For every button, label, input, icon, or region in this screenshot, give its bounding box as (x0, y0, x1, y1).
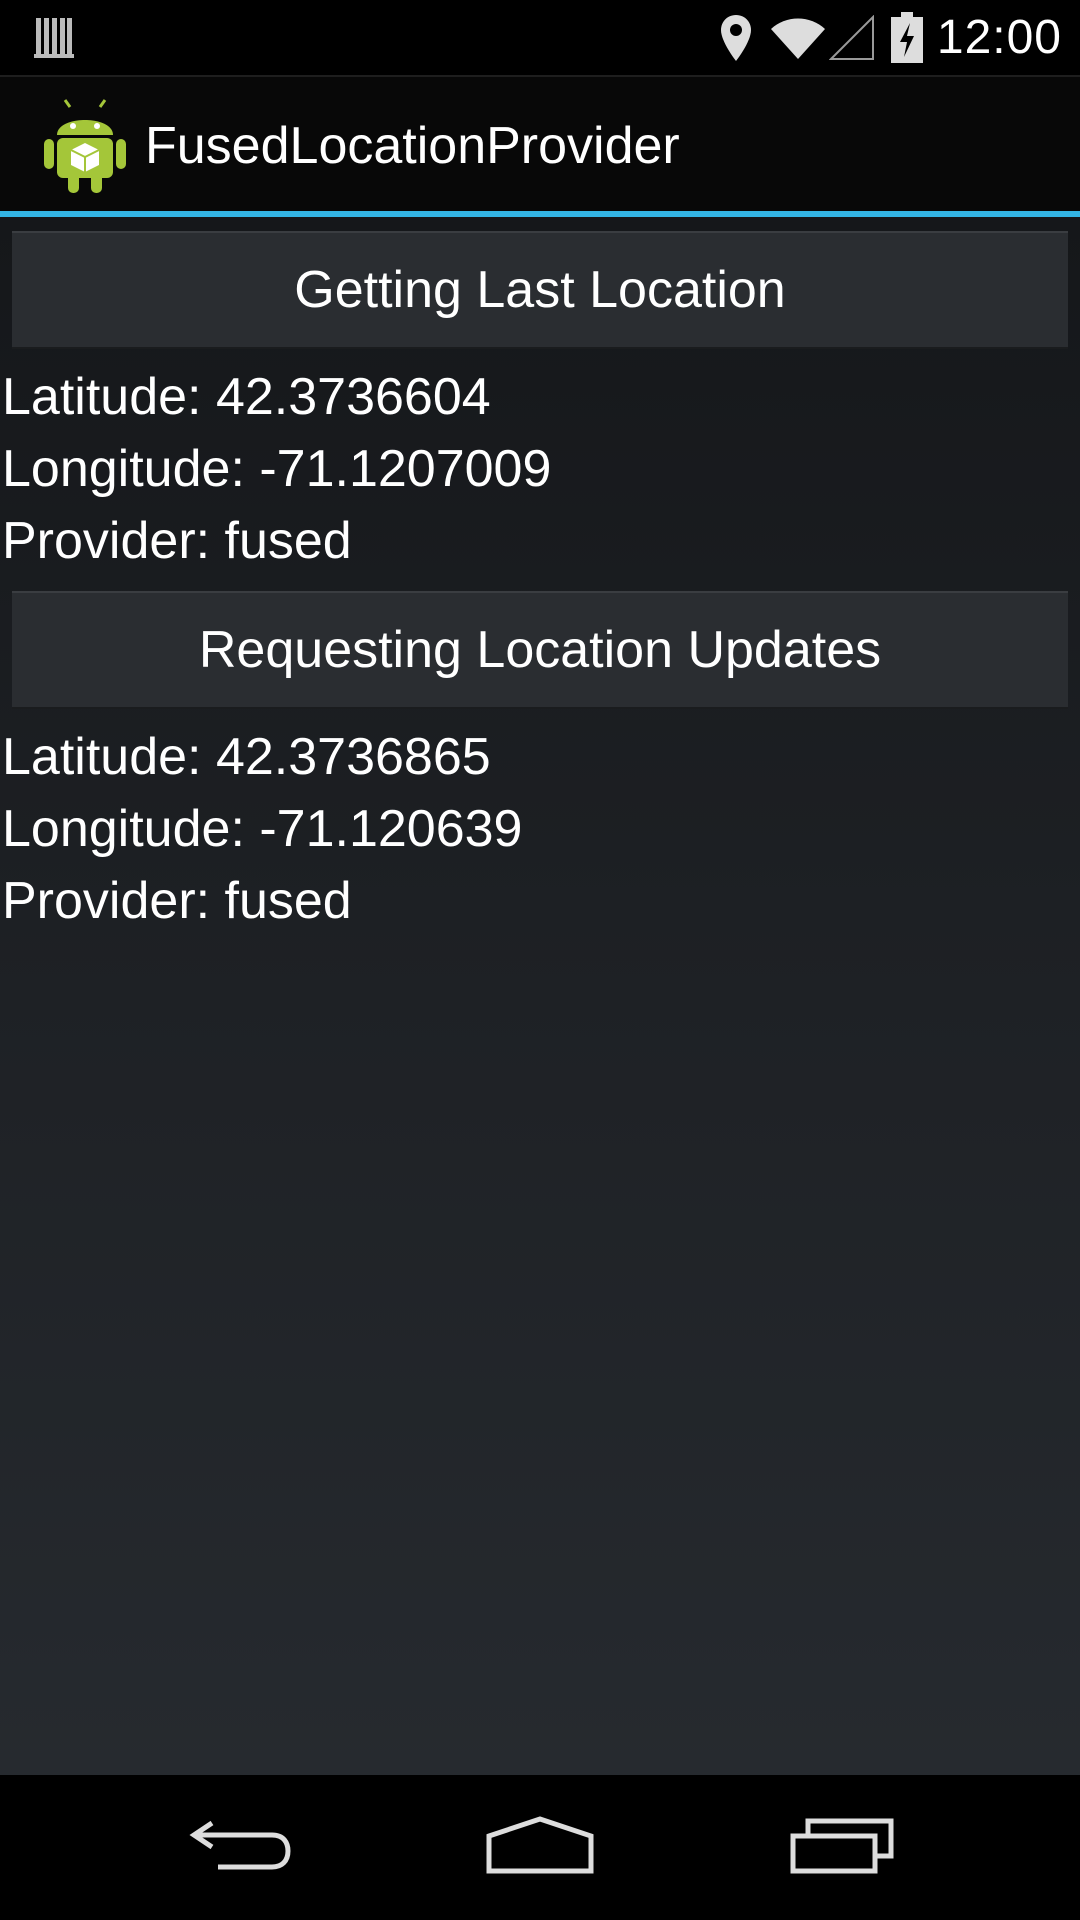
last-longitude-text: Longitude: -71.1207009 (2, 440, 552, 498)
updates-longitude-text: Longitude: -71.120639 (2, 800, 523, 858)
navigation-bar (0, 1775, 1080, 1920)
recents-icon (790, 1816, 894, 1879)
battery-charging-icon (890, 11, 923, 64)
last-latitude-text: Latitude: 42.3736604 (2, 368, 491, 426)
notification-icon (34, 14, 74, 60)
location-pin-icon (719, 13, 753, 63)
home-icon (485, 1816, 595, 1879)
updates-provider-text: Provider: fused (2, 872, 352, 930)
status-time: 12:00 (936, 11, 1062, 64)
wifi-icon (769, 15, 827, 61)
back-button[interactable] (140, 1775, 340, 1920)
app-title: FusedLocationProvider (145, 117, 680, 175)
signal-icon (828, 14, 875, 61)
request-location-updates-button[interactable]: Requesting Location Updates (12, 591, 1068, 709)
home-button[interactable] (440, 1775, 640, 1920)
action-bar: FusedLocationProvider (0, 75, 1080, 214)
status-bar: 12:00 (0, 0, 1080, 75)
recents-button[interactable] (742, 1775, 942, 1920)
back-icon (188, 1817, 292, 1878)
last-provider-text: Provider: fused (2, 512, 352, 570)
main-content: Getting Last Location Latitude: 42.37366… (0, 217, 1080, 1775)
android-robot-icon (42, 99, 128, 195)
get-last-location-button[interactable]: Getting Last Location (12, 231, 1068, 349)
updates-latitude-text: Latitude: 42.3736865 (2, 728, 491, 786)
